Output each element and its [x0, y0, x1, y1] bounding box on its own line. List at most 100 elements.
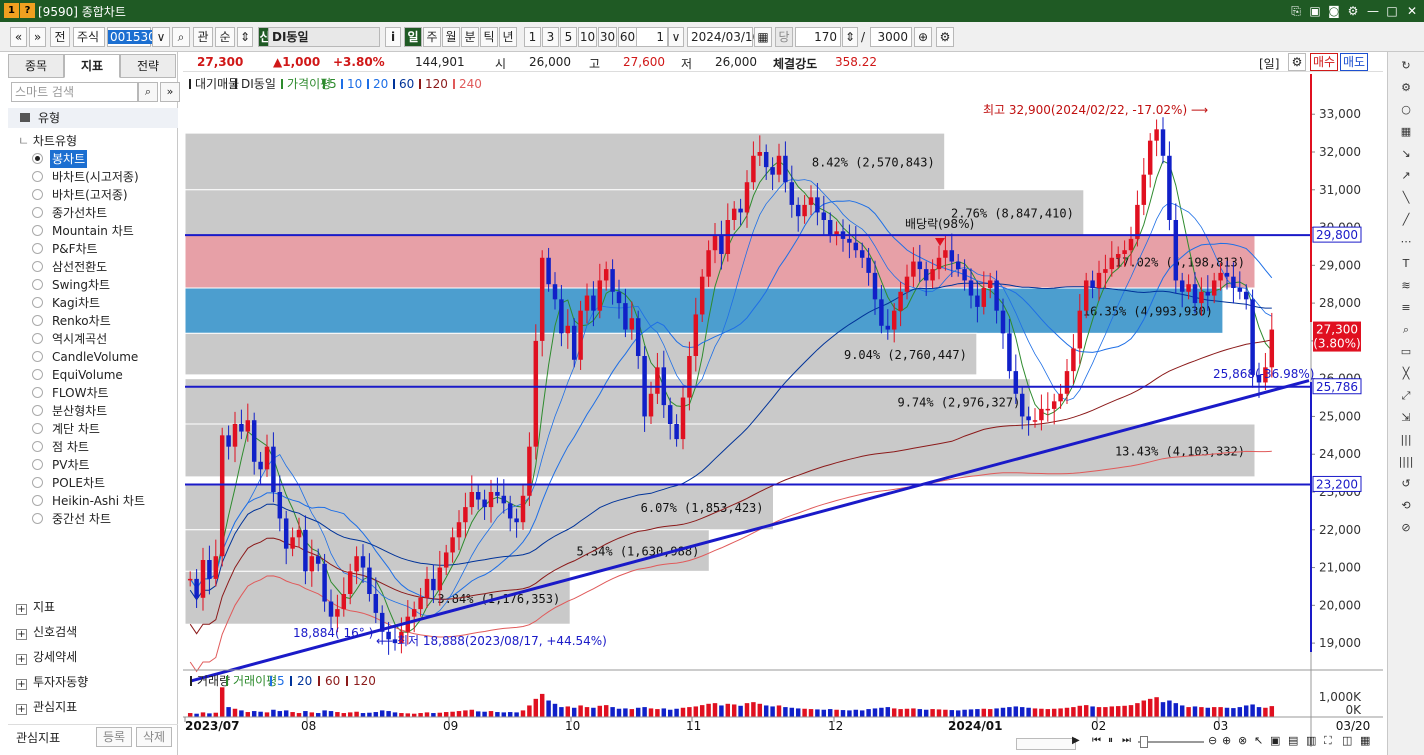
register-button[interactable]: 등록 [96, 727, 132, 747]
chart-type-item[interactable]: PV차트 [50, 456, 92, 474]
period-3-button[interactable]: 분 [461, 27, 479, 47]
arrow-icon[interactable]: ↖ [1254, 734, 1263, 747]
chart-type-item[interactable]: Mountain 차트 [50, 222, 136, 240]
move-tool-icon[interactable]: ⤢ [1397, 387, 1415, 405]
chart-type-item[interactable]: 바차트(시고저종) [50, 168, 141, 186]
chart-type-radio[interactable] [32, 261, 43, 272]
bar-icon[interactable]: ▦ [1397, 123, 1415, 141]
chart-type-radio[interactable] [32, 333, 43, 344]
chart-settings-icon[interactable]: ⚙ [1288, 53, 1306, 71]
chart-type-item[interactable]: Kagi차트 [50, 294, 102, 312]
stock-code-input[interactable]: 001530 [108, 30, 158, 44]
expand-icon[interactable]: » [160, 82, 180, 102]
buy-button[interactable]: 매수 [1310, 53, 1338, 71]
tab-1[interactable]: 지표 [64, 54, 120, 78]
chart-type-item[interactable]: EquiVolume [50, 366, 125, 384]
auto-icon[interactable]: ⋯ [1397, 233, 1415, 251]
chart-type-item[interactable]: 분산형차트 [50, 402, 109, 420]
draw-tool-icon[interactable]: ╱ [1397, 211, 1415, 229]
period-0-button[interactable]: 일 [404, 27, 422, 47]
prev-stock-button[interactable]: « [10, 27, 27, 47]
chart-type-item[interactable]: P&F차트 [50, 240, 100, 258]
chart-type-radio[interactable] [32, 387, 43, 398]
vol-tool-icon[interactable]: ||| [1397, 431, 1415, 449]
split-icon[interactable]: ◫ [1342, 734, 1352, 747]
zoom-in-icon[interactable]: ⊕ [914, 27, 932, 47]
expand-plus-icon[interactable]: + [16, 654, 27, 665]
cross-tool-icon[interactable]: ╳ [1397, 365, 1415, 383]
camera-icon[interactable]: ◙ [1325, 2, 1343, 20]
market-type-select[interactable]: 주식 [73, 27, 105, 47]
before-button[interactable]: 전 [50, 27, 70, 47]
expand-plus-icon[interactable]: + [16, 604, 27, 615]
count-input[interactable]: 170 [795, 27, 841, 47]
search-icon[interactable]: ⌕ [138, 82, 158, 102]
expand-icon[interactable]: ⛶ [1324, 734, 1332, 748]
rect-tool-icon[interactable]: ▭ [1397, 343, 1415, 361]
chart-type-item[interactable]: 바차트(고저종) [50, 186, 130, 204]
total-input[interactable]: 3000 [870, 27, 912, 47]
price-chart[interactable]: 대기매물 DI동일 가격이평5 10 20 60 120 2408.42% (2,570,84… [183, 72, 1383, 755]
column-tool-icon[interactable]: |||| [1397, 453, 1415, 471]
reset-icon[interactable]: ⟲ [1397, 497, 1415, 515]
chart-type-radio[interactable] [32, 279, 43, 290]
expand-plus-icon[interactable]: + [16, 704, 27, 715]
chart-type-radio[interactable] [32, 405, 43, 416]
close-icon[interactable]: ✕ [1403, 2, 1421, 20]
chart-type-item[interactable]: 봉차트 [50, 150, 88, 168]
section-item[interactable]: + 지표 [16, 597, 55, 617]
chart-type-item[interactable]: 점 차트 [50, 438, 91, 456]
magnifier-icon[interactable]: ⌕ [1397, 321, 1415, 339]
help-badge[interactable]: ? [20, 3, 35, 18]
chart-type-radio[interactable] [32, 207, 43, 218]
fib-tool-icon[interactable]: ≋ [1397, 277, 1415, 295]
chart-type-radio[interactable] [32, 243, 43, 254]
refresh-icon[interactable]: ↻ [1397, 57, 1415, 75]
minute-60-button[interactable]: 60 [618, 27, 637, 47]
cross-icon[interactable]: ⊗ [1238, 734, 1247, 747]
line-tool-icon[interactable]: ↗ [1397, 167, 1415, 185]
table-icon[interactable]: ▥ [1306, 734, 1316, 747]
toolbar-gear-icon[interactable]: ⚙ [936, 27, 954, 47]
zoom-in-small-icon[interactable]: ⊕ [1222, 734, 1231, 747]
circle-icon[interactable]: ○ [1397, 101, 1415, 119]
last-page-icon[interactable]: ⏭ [1122, 735, 1131, 746]
save-icon[interactable]: ▣ [1306, 2, 1324, 20]
minute-1-button[interactable]: 1 [524, 27, 541, 47]
resize-tool-icon[interactable]: ⇲ [1397, 409, 1415, 427]
chart-type-item[interactable]: 삼선전환도 [50, 258, 109, 276]
section-item[interactable]: + 투자자동향 [16, 672, 88, 692]
chart-type-radio[interactable] [32, 315, 43, 326]
settings-icon[interactable]: ⚙ [1344, 2, 1362, 20]
chart-type-item[interactable]: CandleVolume [50, 348, 140, 366]
period-1-button[interactable]: 주 [423, 27, 441, 47]
chart-type-radio[interactable] [32, 459, 43, 470]
undo-icon[interactable]: ↺ [1397, 475, 1415, 493]
minute-30-button[interactable]: 30 [598, 27, 617, 47]
fit-icon[interactable]: ▣ [1270, 734, 1280, 747]
grid-icon[interactable]: ▤ [1288, 734, 1298, 747]
chart-type-item[interactable]: POLE차트 [50, 474, 107, 492]
zoom-slider-handle[interactable] [1140, 736, 1148, 748]
arrow-tool-icon[interactable]: ↘ [1397, 145, 1415, 163]
link-icon[interactable]: ⎘ [1287, 2, 1305, 20]
section-item[interactable]: + 관심지표 [16, 697, 77, 717]
tab-0[interactable]: 종목 [8, 54, 64, 78]
code-dropdown-icon[interactable]: ∨ [152, 27, 170, 47]
first-page-icon[interactable]: ⏮ [1092, 735, 1101, 746]
trend-tool-icon[interactable]: ╲ [1397, 189, 1415, 207]
minute-5-button[interactable]: 5 [560, 27, 577, 47]
chart-type-radio[interactable] [32, 171, 43, 182]
maximize-icon[interactable]: □ [1383, 2, 1401, 20]
chart-type-radio[interactable] [32, 225, 43, 236]
scroll-right-icon[interactable]: ▶ [1072, 735, 1080, 746]
chart-type-item[interactable]: 역시계곡선 [50, 330, 109, 348]
erase-icon[interactable]: ⊘ [1397, 519, 1415, 537]
tab-2[interactable]: 전략 [120, 54, 176, 78]
layout-icon[interactable]: ▦ [1360, 734, 1370, 747]
date-input[interactable]: 2024/03/16 [687, 27, 760, 47]
sell-button[interactable]: 매도 [1340, 53, 1368, 71]
chart-type-item[interactable]: Heikin-Ashi 차트 [50, 492, 147, 510]
chart-type-radio[interactable] [32, 441, 43, 452]
interval-dropdown-icon[interactable]: ∨ [668, 27, 684, 47]
